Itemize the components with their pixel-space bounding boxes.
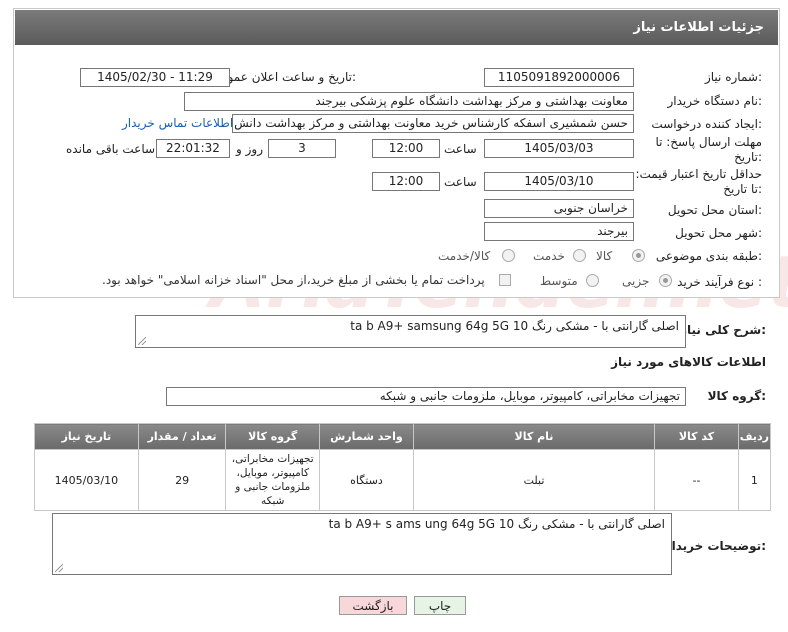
back-button[interactable]: بازگشت <box>339 596 407 615</box>
process-label: نوع فرآیند خرید : <box>677 275 762 289</box>
cell-row: 1 <box>737 449 772 511</box>
province-label: استان محل تحویل: <box>667 203 762 217</box>
announce-datetime-label: تاریخ و ساعت اعلان عمومی: <box>211 70 356 84</box>
col-header-unit: واحد شمارش <box>319 423 414 450</box>
buyer-notes-label: توضیحات خریدار: <box>664 539 766 553</box>
cell-qty: 29 <box>137 449 227 511</box>
city-label: شهر محل تحویل: <box>675 226 762 240</box>
price-validity-time[interactable]: 12:00 <box>372 172 440 191</box>
remaining-time-label: ساعت باقی مانده <box>66 142 156 156</box>
goods-table: ردیف کد کالا نام کالا واحد شمارش گروه کا… <box>34 423 772 511</box>
cell-group: تجهیزات مخابراتی، کامپیوتر، موبایل، ملزو… <box>225 449 321 511</box>
print-button[interactable]: چاپ <box>414 596 466 615</box>
remaining-time-field[interactable]: 22:01:32 <box>156 139 230 158</box>
table-row[interactable]: 1 -- تبلت دستگاه تجهیزات مخابراتی، کامپی… <box>34 449 772 511</box>
col-header-code: کد کالا <box>654 423 739 450</box>
panel-header: جزئیات اطلاعات نیاز <box>15 10 778 45</box>
requester-field[interactable]: حسن شمشیری اسفکه کارشناس خرید معاونت بهد… <box>232 114 634 133</box>
category-radio-goods[interactable] <box>632 249 645 262</box>
requester-label: ایجاد کننده درخواست: <box>651 117 762 131</box>
goods-group-field[interactable]: تجهیزات مخابراتی، کامپیوتر، موبایل، ملزو… <box>166 387 686 406</box>
buyer-org-label: نام دستگاه خریدار: <box>667 94 763 108</box>
reply-deadline-time[interactable]: 12:00 <box>372 139 440 158</box>
price-validity-time-label: ساعت <box>444 175 477 189</box>
cell-name: تبلت <box>412 449 656 511</box>
reply-deadline-label: مهلت ارسال پاسخ: تا تاریخ: <box>655 135 762 164</box>
goods-table-header: ردیف کد کالا نام کالا واحد شمارش گروه کا… <box>34 423 772 450</box>
summary-textarea[interactable]: اصلی گارانتی با - مشکی رنگ ta b A9+ sams… <box>135 315 686 348</box>
category-radio-goods-service[interactable] <box>502 249 515 262</box>
treasury-payment-checkbox[interactable] <box>499 274 511 286</box>
days-label: روز و <box>236 142 263 156</box>
col-header-group: گروه کالا <box>225 423 321 450</box>
category-option-goods-service: کالا/خدمت <box>438 249 491 263</box>
summary-label: شرح کلی نیاز: <box>680 323 766 337</box>
buyer-notes-text: اصلی گارانتی با - مشکی رنگ ta b A9+ s am… <box>328 517 665 531</box>
resize-grip-icon[interactable] <box>138 337 146 345</box>
summary-text: اصلی گارانتی با - مشکی رنگ ta b A9+ sams… <box>350 319 679 333</box>
process-radio-minor[interactable] <box>659 274 672 287</box>
cell-unit: دستگاه <box>319 449 414 511</box>
process-radio-medium[interactable] <box>586 274 599 287</box>
buyer-contact-link[interactable]: اطلاعات تماس خریدار <box>122 116 233 130</box>
announce-datetime-field[interactable]: 1405/02/30 - 11:29 <box>80 68 230 87</box>
need-number-label: شماره نیاز: <box>704 70 762 84</box>
cell-date: 1405/03/10 <box>34 449 139 511</box>
cell-code: -- <box>654 449 739 511</box>
process-option-medium: متوسط <box>540 274 578 288</box>
category-radio-service[interactable] <box>573 249 586 262</box>
category-option-goods: کالا <box>596 249 613 263</box>
process-option-minor: جزیی <box>622 274 650 288</box>
buyer-org-field[interactable]: معاونت بهداشتی و مرکز بهداشت دانشگاه علو… <box>184 92 634 111</box>
need-number-field[interactable]: 1105091892000006 <box>484 68 634 87</box>
category-option-service: خدمت <box>533 249 565 263</box>
buyer-notes-textarea[interactable]: اصلی گارانتی با - مشکی رنگ ta b A9+ s am… <box>52 513 672 575</box>
price-validity-label: حداقل تاریخ اعتبار قیمت: تا تاریخ: <box>635 167 762 196</box>
reply-deadline-date[interactable]: 1405/03/03 <box>484 139 634 158</box>
col-header-date: تاریخ نیاز <box>34 423 139 450</box>
remaining-days-field[interactable]: 3 <box>268 139 336 158</box>
city-field[interactable]: بیرجند <box>484 222 634 241</box>
reply-time-label: ساعت <box>444 142 477 156</box>
col-header-row: ردیف <box>737 423 772 450</box>
treasury-payment-note: پرداخت تمام یا بخشی از مبلغ خرید،از محل … <box>102 273 485 287</box>
province-field[interactable]: خراسان جنوبی <box>484 199 634 218</box>
goods-group-label: گروه کالا: <box>707 389 766 403</box>
price-validity-date[interactable]: 1405/03/10 <box>484 172 634 191</box>
goods-info-title: اطلاعات کالاهای مورد نیاز <box>611 355 766 369</box>
resize-grip-icon[interactable] <box>55 564 63 572</box>
col-header-qty: تعداد / مقدار <box>137 423 227 450</box>
col-header-name: نام کالا <box>412 423 656 450</box>
category-label: طبقه بندی موضوعی: <box>655 249 762 263</box>
